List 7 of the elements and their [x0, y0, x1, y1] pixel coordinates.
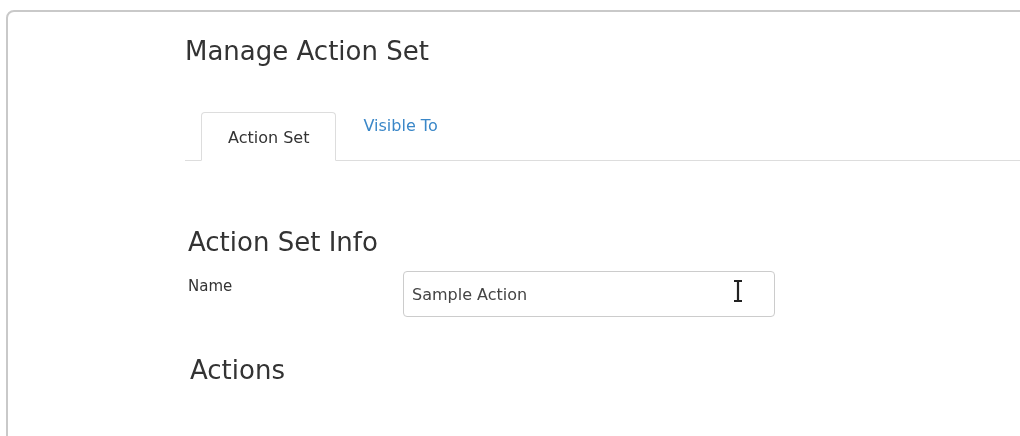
tab[interactable]: Action Set — [201, 112, 337, 161]
text-cursor-icon — [732, 279, 744, 303]
name-input[interactable]: Sample Action — [403, 271, 775, 317]
page-title: Manage Action Set — [185, 36, 430, 66]
section-title: Action Set Info — [188, 227, 379, 257]
section-title: Actions — [190, 355, 286, 385]
field-label: Name — [187, 276, 234, 295]
